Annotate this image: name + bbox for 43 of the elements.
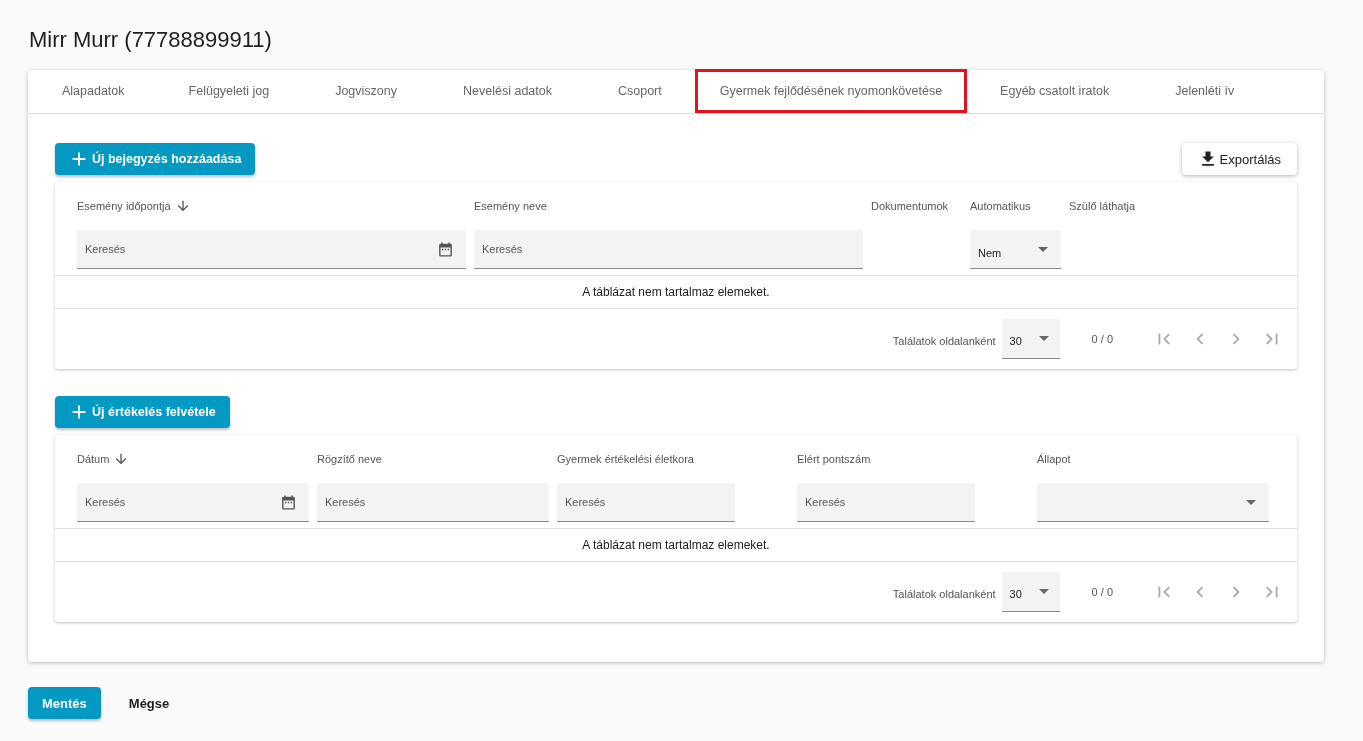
calendar-icon[interactable] (280, 494, 297, 511)
page-size-dropdown[interactable]: 30 (1001, 319, 1060, 359)
tab[interactable]: Felügyeleti jog (155, 69, 303, 113)
column-header[interactable]: Dátum (77, 453, 110, 465)
page-size-label: Találatok oldalanként (892, 588, 996, 600)
column-header[interactable]: Esemény neve (474, 200, 547, 212)
tab[interactable]: Jelenléti ív (1142, 69, 1268, 113)
filter-dropdown[interactable] (1037, 483, 1269, 522)
caret-icon (1246, 499, 1256, 505)
page-size-dropdown[interactable]: 30 (1001, 572, 1060, 612)
search-field[interactable]: Keresés (797, 483, 975, 522)
column-header[interactable]: Esemény időpontja (77, 200, 171, 212)
tab[interactable]: Egyéb csatolt iratok (967, 69, 1143, 113)
column-header[interactable]: Automatikus (970, 200, 1031, 212)
column-header[interactable]: Dokumentumok (871, 200, 949, 212)
caret-icon (1038, 246, 1048, 252)
filter-dropdown[interactable]: Nem (970, 230, 1061, 269)
page-range: 0 / 0 (1091, 333, 1113, 345)
column-header[interactable]: Elért pontszám (797, 453, 871, 465)
page-size-label: Találatok oldalanként (892, 335, 996, 347)
tab[interactable]: Csoport (584, 69, 695, 113)
page-title: Mirr Murr (77788899911) (29, 26, 273, 54)
export-button[interactable]: Exportálás (1181, 143, 1297, 175)
search-field[interactable]: Keresés (317, 483, 549, 522)
tab[interactable]: Alapadatok (29, 69, 156, 113)
date-filter-field[interactable]: Keresés (77, 230, 466, 269)
empty-message: A táblázat nem tartalmaz elemeket. (582, 285, 770, 299)
tab[interactable]: Gyermek fejlődésének nyomonkövetése (694, 69, 968, 113)
empty-message: A táblázat nem tartalmaz elemeket. (582, 538, 770, 552)
column-header[interactable]: Gyermek értékelési életkora (557, 453, 694, 465)
date-filter-field[interactable]: Keresés (77, 483, 309, 522)
column-header[interactable]: Rögzítő neve (317, 453, 382, 465)
tab[interactable]: Jogviszony (302, 69, 430, 113)
caret-icon (1038, 336, 1049, 341)
search-field[interactable]: Keresés (557, 483, 735, 522)
caret-icon (1038, 589, 1049, 594)
column-header[interactable]: Állapot (1037, 453, 1071, 465)
cancel-button[interactable]: Mégse (114, 687, 184, 719)
page-range: 0 / 0 (1091, 586, 1113, 598)
column-header[interactable]: Szülő láthatja (1069, 200, 1136, 212)
search-field[interactable]: Keresés (474, 230, 863, 269)
tab[interactable]: Nevelési adatok (430, 69, 585, 113)
calendar-icon[interactable] (437, 241, 454, 258)
